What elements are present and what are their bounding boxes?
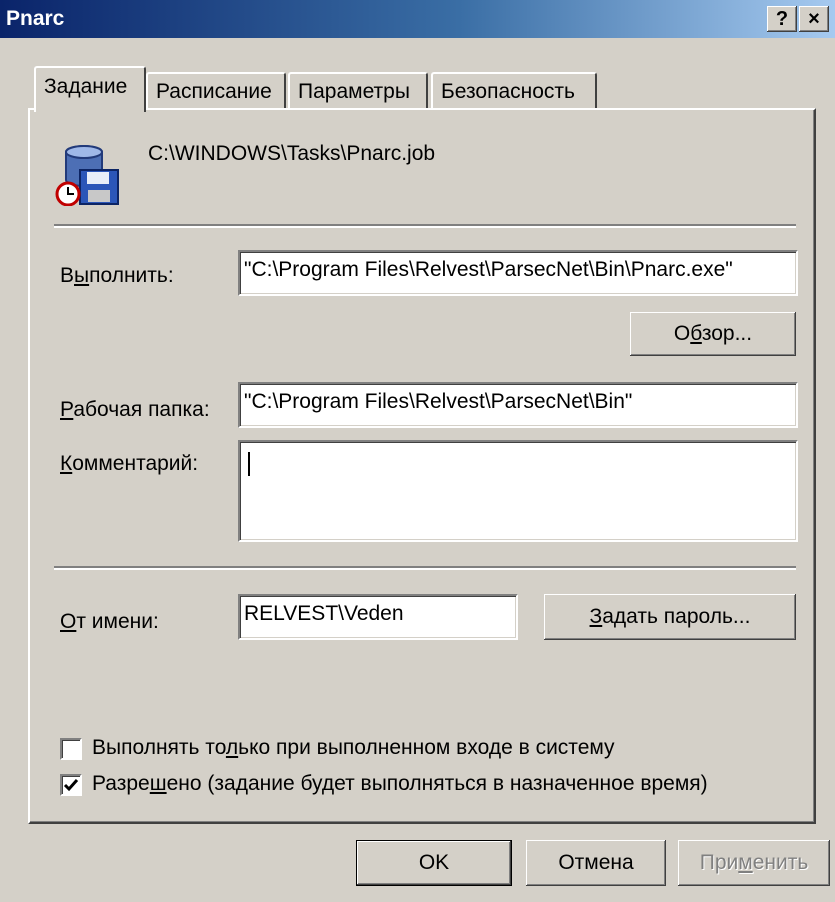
help-button[interactable]: ? (767, 6, 797, 32)
scheduled-task-icon (54, 140, 120, 207)
tab-task[interactable]: Задание (34, 66, 146, 112)
ok-button[interactable]: OK (356, 840, 512, 886)
workdir-label: Рабочая папка: (60, 398, 210, 421)
checkmark-icon (63, 779, 79, 792)
title-bar[interactable]: Pnarc ? × (0, 0, 835, 38)
cancel-button[interactable]: Отмена (526, 840, 666, 886)
runas-input[interactable]: RELVEST\Veden (238, 594, 518, 640)
runas-label: От имени: (60, 610, 159, 633)
tab-settings[interactable]: Параметры (288, 72, 428, 110)
enabled-checkbox[interactable] (60, 774, 82, 796)
browse-button[interactable]: Обзор... (630, 312, 796, 356)
run-input[interactable]: "C:\Program Files\Relvest\ParsecNet\Bin\… (238, 250, 798, 296)
workdir-input[interactable]: "C:\Program Files\Relvest\ParsecNet\Bin" (238, 382, 798, 428)
enabled-label: Разрешено (задание будет выполняться в н… (92, 772, 708, 795)
comment-textarea[interactable] (238, 440, 798, 542)
run-label: Выполнить: (60, 264, 174, 287)
only-logged-on-checkbox[interactable] (60, 738, 82, 760)
tab-security[interactable]: Безопасность (431, 72, 597, 110)
comment-label: Комментарий: (60, 452, 199, 475)
separator-bottom (54, 566, 796, 570)
window-title: Pnarc (6, 7, 65, 30)
task-path: C:\WINDOWS\Tasks\Pnarc.job (148, 142, 436, 165)
text-caret (248, 452, 250, 476)
set-password-button[interactable]: Задать пароль... (544, 594, 796, 640)
apply-button[interactable]: Применить (678, 840, 830, 886)
separator-top (54, 224, 796, 228)
tab-schedule[interactable]: Расписание (146, 72, 286, 110)
close-button[interactable]: × (799, 6, 829, 32)
only-logged-on-label: Выполнять только при выполненном входе в… (92, 736, 615, 759)
